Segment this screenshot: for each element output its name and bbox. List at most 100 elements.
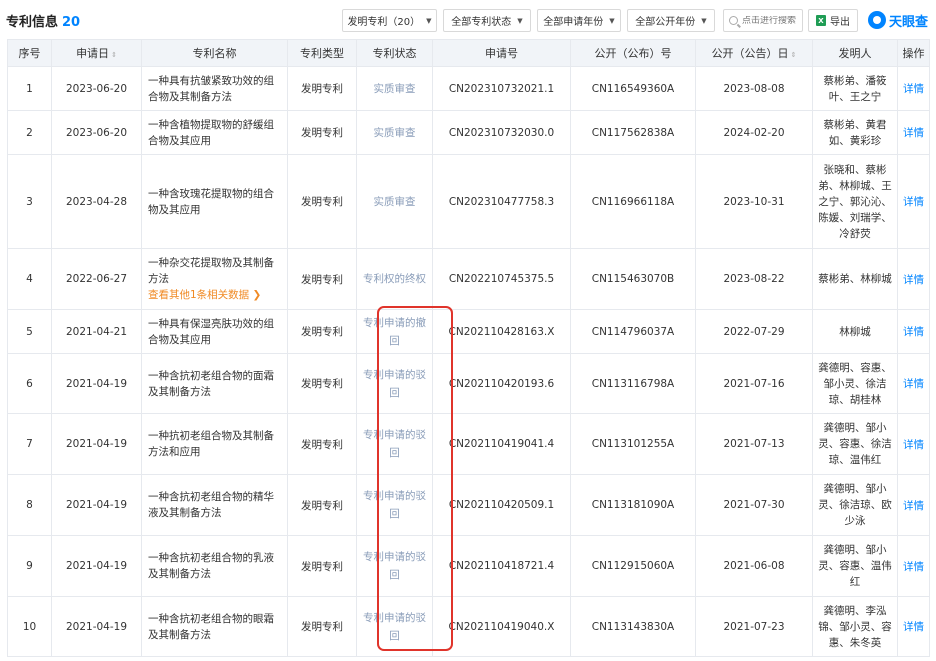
cell-inventors: 龚德明、邹小灵、容惠、温伟红: [812, 535, 898, 597]
search-input[interactable]: [742, 15, 806, 26]
caret-down-icon: ▼: [701, 16, 707, 25]
cell-patent-status: 实质审查: [356, 154, 433, 249]
cell-patent-name: 一种含玫瑰花提取物的组合物及其应用: [141, 154, 288, 249]
cell-publication-number: CN116549360A: [570, 66, 696, 111]
top-bar: 专利信息 20 发明专利（20） ▼ 全部专利状态 ▼ 全部申请年份 ▼ 全部公开年份 ▼…: [0, 0, 936, 38]
filter-publication-year[interactable]: 全部公开年份 ▼: [627, 9, 715, 32]
table-row: 4 2022-06-27 一种杂交花提取物及其制备方法 查看其他1条相关数据 ❯ 发明专…: [7, 248, 930, 310]
cell-publication-number: CN116966118A: [570, 154, 696, 249]
detail-link[interactable]: 详情: [897, 474, 930, 536]
cell-application-number: CN202110419041.4: [432, 413, 571, 475]
cell-patent-status: 专利申请的驳回: [356, 353, 433, 414]
cell-publication-date: 2023-10-31: [695, 154, 813, 249]
cell-patent-status: 实质审查: [356, 110, 433, 155]
cell-index: 8: [7, 474, 52, 536]
col-patent-type: 专利类型: [287, 39, 357, 67]
table-row: 8 2021-04-19 一种含抗初老组合物的精华液及其制备方法 发明专利 专利申请的驳…: [7, 474, 930, 536]
cell-application-date: 2021-04-19: [51, 535, 142, 597]
cell-index: 3: [7, 154, 52, 249]
cell-application-number: CN202110428163.X: [432, 309, 571, 354]
table-row: 10 2021-04-19 一种含抗初老组合物的眼霜及其制备方法 发明专利 专利申请的驳…: [7, 596, 930, 657]
detail-link[interactable]: 详情: [897, 248, 930, 310]
filter-patent-type[interactable]: 发明专利（20） ▼: [342, 9, 437, 32]
table-row: 3 2023-04-28 一种含玫瑰花提取物的组合物及其应用 发明专利 实质审查 CN20…: [7, 154, 930, 249]
cell-publication-date: 2024-02-20: [695, 110, 813, 155]
detail-link[interactable]: 详情: [897, 154, 930, 249]
sort-icon[interactable]: ⇕: [111, 51, 117, 59]
cell-publication-date: 2021-07-23: [695, 596, 813, 657]
cell-index: 9: [7, 535, 52, 597]
detail-link[interactable]: 详情: [897, 353, 930, 414]
detail-link[interactable]: 详情: [897, 66, 930, 111]
table-row: 7 2021-04-19 一种抗初老组合物及其制备方法和应用 发明专利 专利申请的驳回 C…: [7, 413, 930, 475]
col-application-number: 申请号: [432, 39, 571, 67]
cell-application-number: CN202310732021.1: [432, 66, 571, 111]
cell-patent-type: 发明专利: [287, 474, 357, 536]
cell-application-date: 2021-04-21: [51, 309, 142, 354]
cell-inventors: 蔡彬弟、潘筱叶、王之宁: [812, 66, 898, 111]
table-row: 6 2021-04-19 一种含抗初老组合物的面霜及其制备方法 发明专利 专利申请的驳回…: [7, 353, 930, 414]
cell-publication-date: 2021-07-30: [695, 474, 813, 536]
cell-patent-name: 一种具有保湿亮肤功效的组合物及其应用: [141, 309, 288, 354]
cell-patent-name: 一种含抗初老组合物的精华液及其制备方法: [141, 474, 288, 536]
cell-index: 1: [7, 66, 52, 111]
cell-patent-status: 专利申请的驳回: [356, 413, 433, 475]
cell-application-date: 2023-04-28: [51, 154, 142, 249]
detail-link[interactable]: 详情: [897, 535, 930, 597]
cell-inventors: 林柳城: [812, 309, 898, 354]
cell-patent-type: 发明专利: [287, 309, 357, 354]
table-header-row: 序号 申请日 ⇕ 专利名称 专利类型 专利状态 申请号 公开（公布）号 公开（公告…: [7, 39, 930, 67]
cell-patent-type: 发明专利: [287, 248, 357, 310]
cell-publication-number: CN117562838A: [570, 110, 696, 155]
sort-icon[interactable]: ⇕: [791, 51, 797, 59]
more-related-link[interactable]: 查看其他1条相关数据 ❯: [148, 287, 281, 303]
patent-table: 序号 申请日 ⇕ 专利名称 专利类型 专利状态 申请号 公开（公布）号 公开（公告…: [7, 39, 930, 657]
cell-publication-number: CN113116798A: [570, 353, 696, 414]
detail-link[interactable]: 详情: [897, 309, 930, 354]
cell-publication-date: 2021-07-16: [695, 353, 813, 414]
table-row: 5 2021-04-21 一种具有保湿亮肤功效的组合物及其应用 发明专利 专利申请的撤回…: [7, 309, 930, 354]
col-application-date[interactable]: 申请日 ⇕: [51, 39, 142, 67]
cell-application-number: CN202110420509.1: [432, 474, 571, 536]
filter-label: 全部申请年份: [543, 17, 604, 28]
excel-icon: X: [816, 15, 826, 26]
filter-label: 发明专利（20）: [347, 17, 421, 28]
caret-down-icon: ▼: [517, 16, 523, 25]
cell-patent-type: 发明专利: [287, 353, 357, 414]
cell-inventors: 张晓和、蔡彬弟、林柳城、王之宁、郭沁沁、陈媛、刘瑞学、冷舒荧: [812, 154, 898, 249]
cell-publication-date: 2022-07-29: [695, 309, 813, 354]
table-row: 1 2023-06-20 一种具有抗皱紧致功效的组合物及其制备方法 发明专利 实质审查 C…: [7, 66, 930, 111]
cell-patent-name: 一种含抗初老组合物的面霜及其制备方法: [141, 353, 288, 414]
cell-patent-name: 一种杂交花提取物及其制备方法 查看其他1条相关数据 ❯: [141, 248, 288, 310]
col-patent-name: 专利名称: [141, 39, 288, 67]
detail-link[interactable]: 详情: [897, 596, 930, 657]
cell-inventors: 龚德明、邹小灵、容惠、徐洁琼、温伟红: [812, 413, 898, 475]
caret-down-icon: ▼: [609, 16, 615, 25]
filter-label: 全部公开年份: [635, 17, 696, 28]
tianyancha-logo: 天眼查: [868, 9, 928, 31]
cell-patent-type: 发明专利: [287, 110, 357, 155]
search-box[interactable]: [723, 9, 806, 32]
detail-link[interactable]: 详情: [897, 413, 930, 475]
col-publication-number: 公开（公布）号: [570, 39, 696, 67]
col-publication-date[interactable]: 公开（公告）日 ⇕: [695, 39, 813, 67]
cell-application-number: CN202110420193.6: [432, 353, 571, 414]
cell-patent-type: 发明专利: [287, 535, 357, 597]
detail-link[interactable]: 详情: [897, 110, 930, 155]
cell-application-number: CN202210745375.5: [432, 248, 571, 310]
cell-inventors: 龚德明、李泓锦、邹小灵、容惠、朱冬英: [812, 596, 898, 657]
cell-application-number: CN202310477758.3: [432, 154, 571, 249]
cell-patent-type: 发明专利: [287, 154, 357, 249]
filter-application-year[interactable]: 全部申请年份 ▼: [537, 9, 621, 32]
col-inventors: 发明人: [812, 39, 898, 67]
filter-label: 全部专利状态: [451, 17, 512, 28]
filter-patent-status[interactable]: 全部专利状态 ▼: [443, 9, 531, 32]
cell-patent-name: 一种含抗初老组合物的乳液及其制备方法: [141, 535, 288, 597]
cell-patent-status: 专利权的终权: [356, 248, 433, 310]
export-button[interactable]: X 导出: [808, 9, 858, 32]
page-title: 专利信息 20: [6, 11, 80, 30]
cell-application-date: 2021-04-19: [51, 413, 142, 475]
cell-patent-type: 发明专利: [287, 413, 357, 475]
col-operation: 操作: [897, 39, 930, 67]
cell-publication-number: CN113143830A: [570, 596, 696, 657]
